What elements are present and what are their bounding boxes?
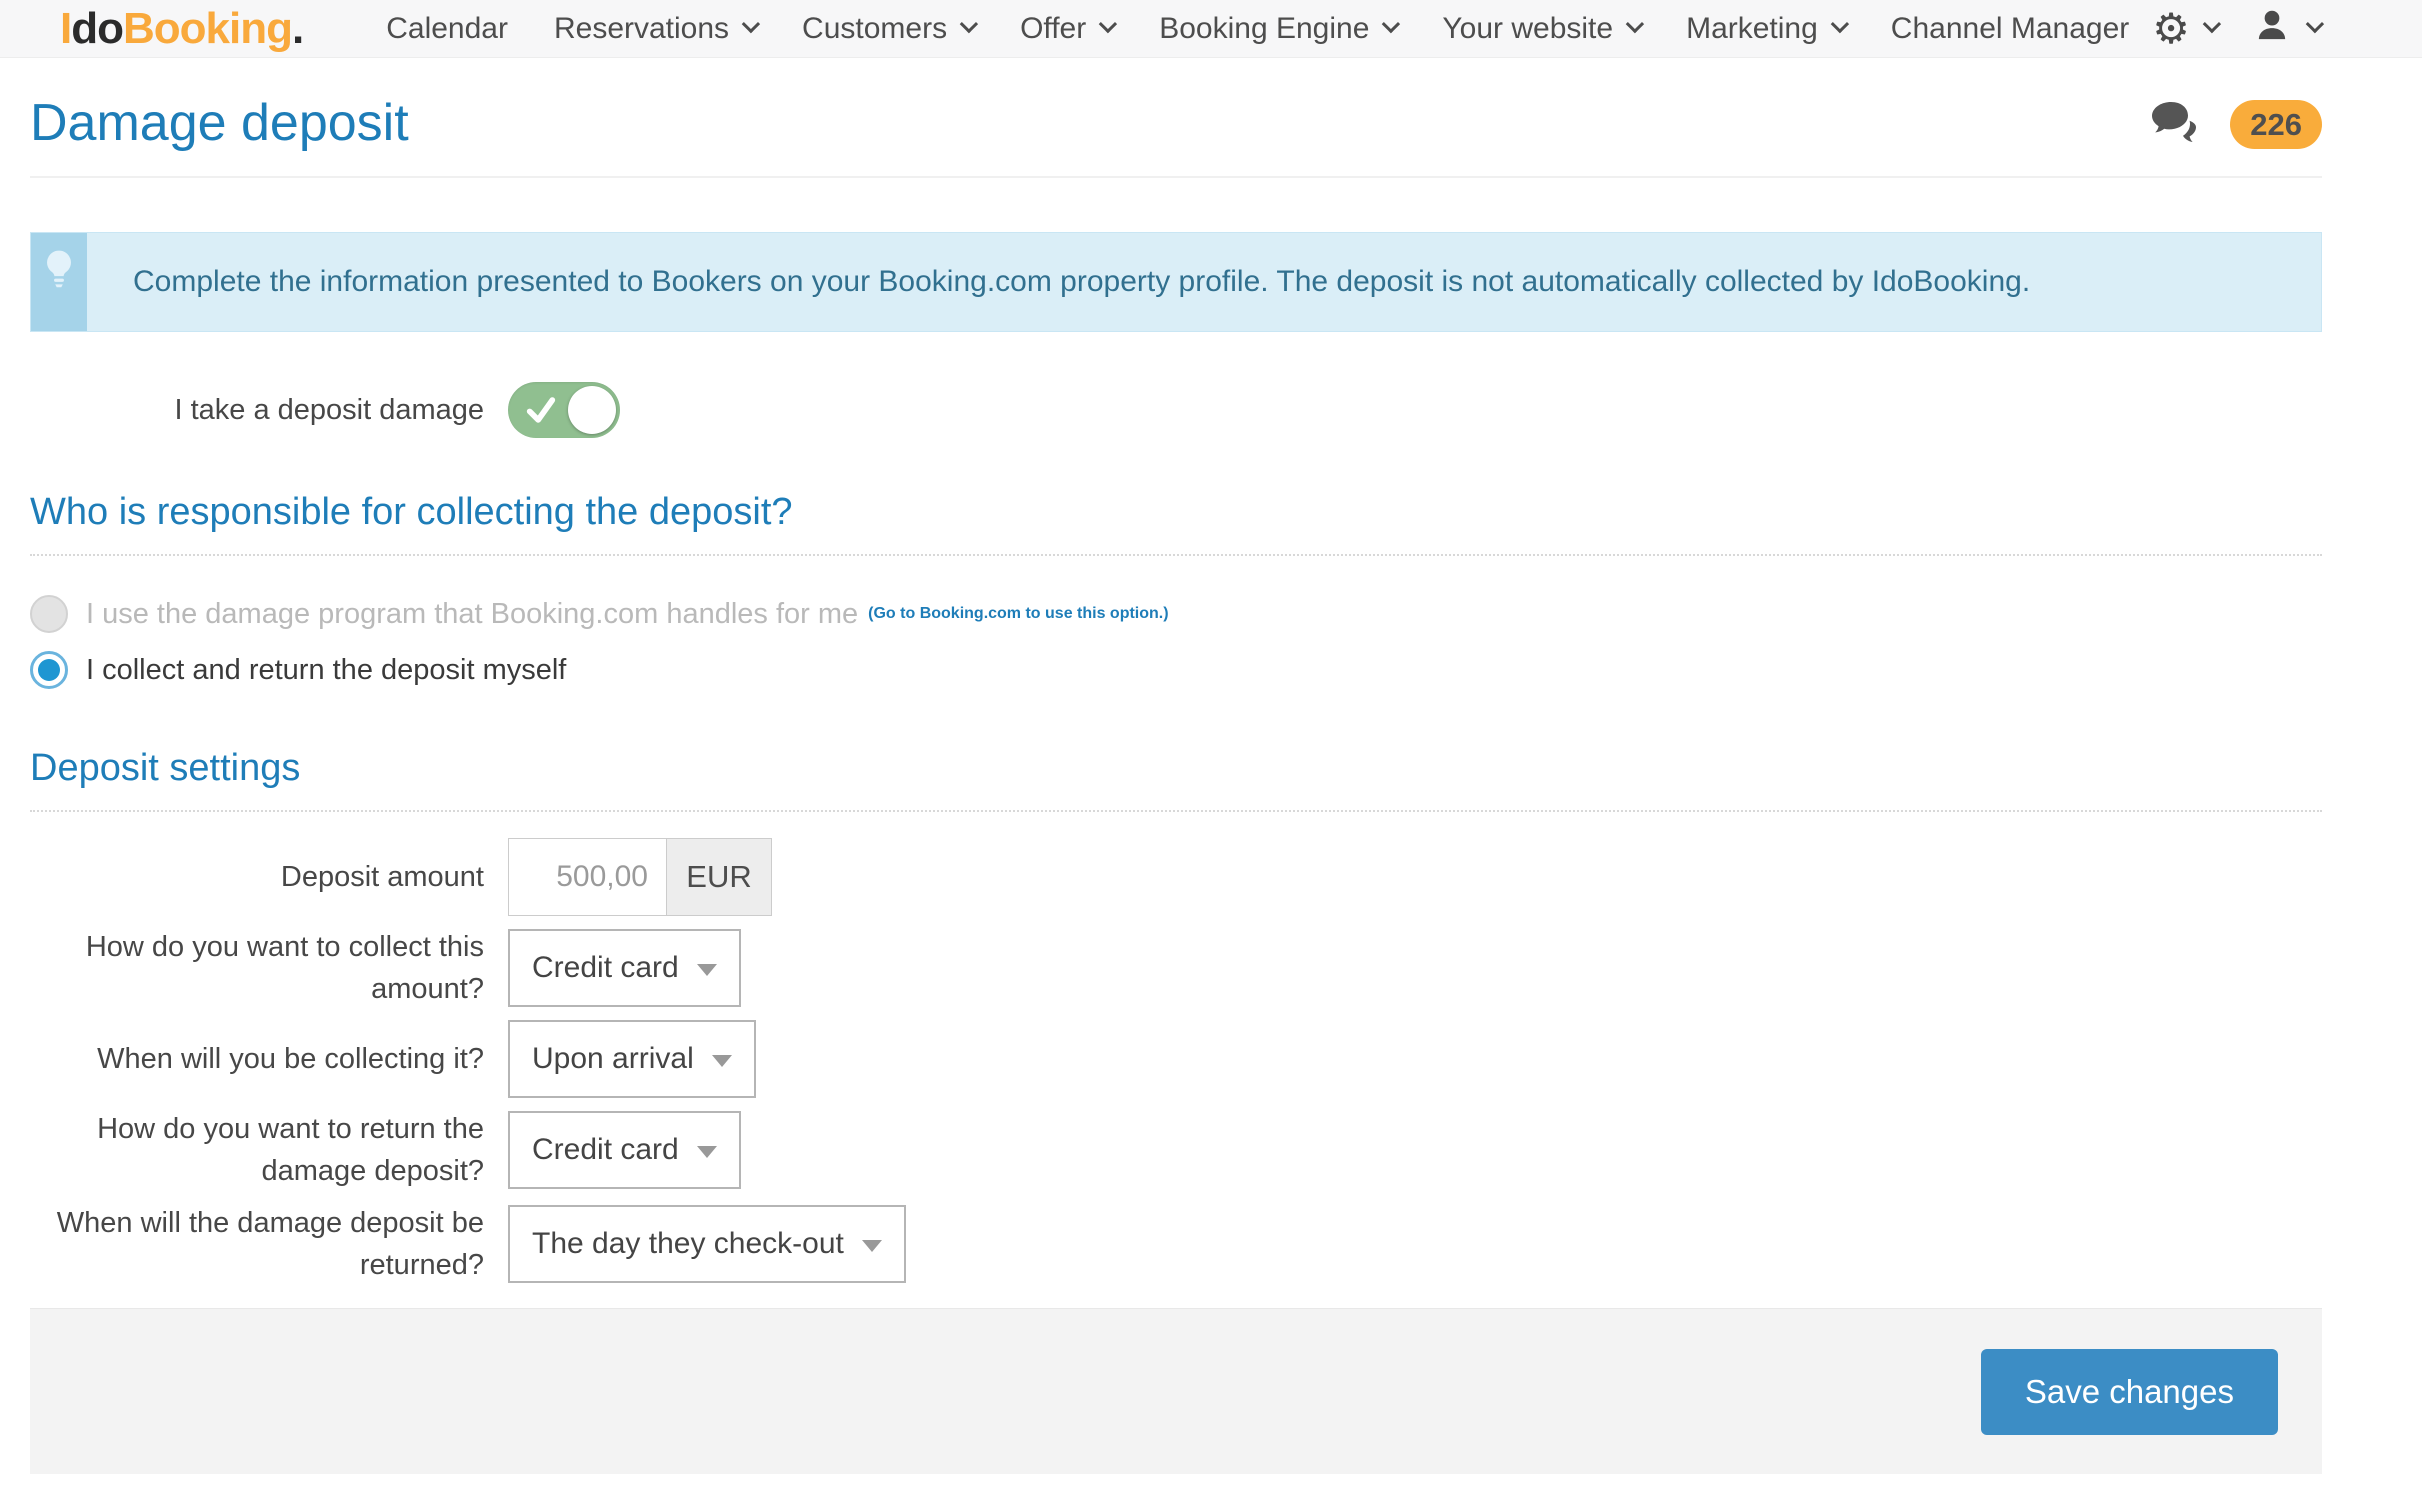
section-heading-settings: Deposit settings [30,744,2322,792]
idobooking-logo[interactable]: IdoBooking. [60,4,303,54]
nav-item-booking-engine[interactable]: Booking Engine [1136,12,1419,46]
deposit-amount-row: Deposit amount EUR [30,838,2322,916]
info-banner-strip [31,233,87,331]
save-button[interactable]: Save changes [1981,1349,2278,1435]
lightbulb-icon [39,249,79,331]
select-value: Credit card [532,951,679,985]
title-icons: 226 [2150,92,2322,149]
caret-down-icon [862,1240,882,1252]
collect-method-select[interactable]: Credit card [508,929,741,1007]
logo-part: Booking [123,4,292,53]
nav-item-label: Marketing [1686,12,1818,46]
nav-item-calendar[interactable]: Calendar [363,12,531,46]
nav-item-offer[interactable]: Offer [997,12,1136,46]
messages-icon[interactable] [2150,100,2202,149]
nav-item-label: Offer [1020,12,1086,46]
logo-part: . [292,4,303,53]
caret-down-icon [712,1055,732,1067]
return-when-select[interactable]: The day they check-out [508,1205,906,1283]
booking-com-link[interactable]: (Go to Booking.com to use this option.) [868,605,1168,623]
collect-method-row: How do you want to collect this amount? … [30,926,2322,1010]
chevron-down-icon [742,15,760,33]
caret-down-icon [697,964,717,976]
deposit-amount-group: EUR [508,838,772,916]
check-icon [524,393,558,432]
chevron-down-icon [2203,15,2221,33]
gear-icon: ⚙ [2152,8,2190,50]
title-divider [30,176,2322,178]
nav-item-customers[interactable]: Customers [779,12,997,46]
nav-item-reservations[interactable]: Reservations [531,12,779,46]
info-banner: Complete the information presented to Bo… [30,232,2322,332]
info-banner-text: Complete the information presented to Bo… [87,233,2321,331]
topbar-icons: ⚙ [2152,5,2320,52]
select-value: Credit card [532,1133,679,1167]
settings-menu[interactable]: ⚙ [2152,8,2217,50]
chevron-down-icon [1099,15,1117,33]
radio-button-disabled[interactable] [30,595,68,633]
deposit-toggle-row: I take a deposit damage [30,382,2322,438]
return-when-row: When will the damage deposit be returned… [30,1202,2322,1286]
collect-when-label: When will you be collecting it? [30,1038,508,1080]
select-value: The day they check-out [532,1227,844,1261]
section-divider [30,554,2322,556]
logo-part: do [71,4,123,53]
caret-down-icon [697,1146,717,1158]
main-menu: Calendar Reservations Customers Offer Bo… [363,12,2152,46]
logo-part: I [60,4,71,53]
return-when-label: When will the damage deposit be returned… [30,1202,508,1286]
nav-item-channel-manager[interactable]: Channel Manager [1868,12,2153,46]
return-method-row: How do you want to return the damage dep… [30,1108,2322,1192]
radio-option-booking-program[interactable]: I use the damage program that Booking.co… [30,592,2322,636]
radio-label: I collect and return the deposit myself [86,654,566,687]
account-menu[interactable] [2251,5,2320,52]
user-icon [2251,5,2293,52]
radio-label: I use the damage program that Booking.co… [86,598,858,631]
deposit-toggle-switch[interactable] [508,382,620,438]
return-method-select[interactable]: Credit card [508,1111,741,1189]
currency-addon: EUR [666,838,772,916]
return-method-label: How do you want to return the damage dep… [30,1108,508,1192]
responsible-radio-group: I use the damage program that Booking.co… [30,592,2322,692]
nav-item-your-website[interactable]: Your website [1419,12,1663,46]
nav-item-label: Reservations [554,12,729,46]
notification-count-badge[interactable]: 226 [2230,100,2322,149]
nav-item-label: Customers [802,12,947,46]
nav-item-label: Calendar [386,12,508,46]
collect-when-select[interactable]: Upon arrival [508,1020,756,1098]
chevron-down-icon [960,15,978,33]
chevron-down-icon [1382,15,1400,33]
chevron-down-icon [1626,15,1644,33]
select-value: Upon arrival [532,1042,694,1076]
deposit-toggle-label: I take a deposit damage [30,389,508,431]
nav-item-marketing[interactable]: Marketing [1663,12,1868,46]
chevron-down-icon [2306,15,2324,33]
title-row: Damage deposit 226 [30,58,2322,154]
deposit-settings-form: Deposit amount EUR How do you want to co… [30,838,2322,1286]
collect-when-row: When will you be collecting it? Upon arr… [30,1020,2322,1098]
chevron-down-icon [1831,15,1849,33]
nav-item-label: Channel Manager [1891,12,2130,46]
collect-method-label: How do you want to collect this amount? [30,926,508,1010]
page-title: Damage deposit [30,92,409,154]
section-heading-responsible: Who is responsible for collecting the de… [30,488,2322,536]
toggle-knob[interactable] [568,386,616,434]
form-footer: Save changes [30,1308,2322,1474]
radio-button-selected[interactable] [30,651,68,689]
nav-item-label: Booking Engine [1159,12,1369,46]
radio-dot [38,659,60,681]
page-content: Damage deposit 226 Complete the inform [30,58,2322,1474]
radio-option-collect-myself[interactable]: I collect and return the deposit myself [30,648,2322,692]
nav-item-label: Your website [1442,12,1613,46]
deposit-amount-input[interactable] [508,838,666,916]
deposit-amount-label: Deposit amount [30,856,508,898]
top-navigation-bar: IdoBooking. Calendar Reservations Custom… [0,0,2422,58]
section-divider [30,810,2322,812]
